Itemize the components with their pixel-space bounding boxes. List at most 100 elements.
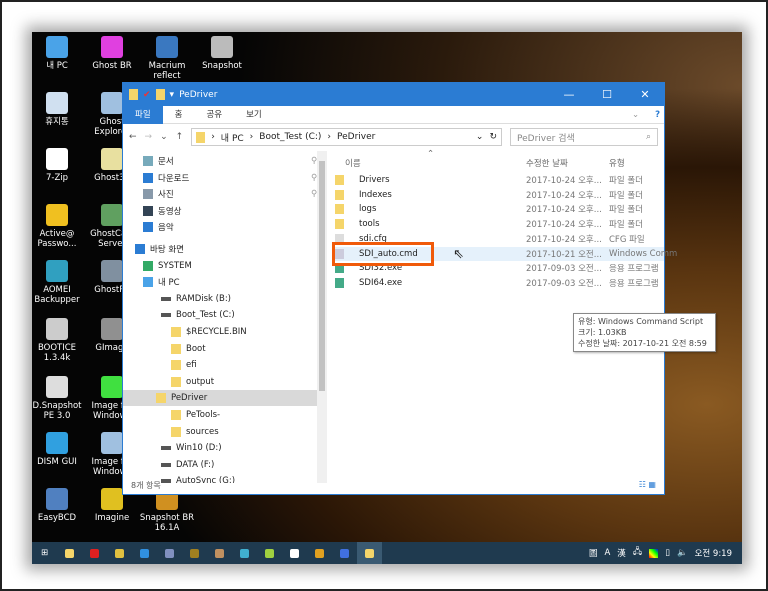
display-icon[interactable] [649,548,659,558]
file-row[interactable]: logs 2017-10-24 오후... 파일 폴더 [335,202,664,216]
title-bar[interactable]: ✔ ▾ PeDriver — ☐ ✕ [123,83,664,106]
nav-item[interactable]: output [171,374,214,390]
taskbar-app[interactable] [282,542,307,564]
desktop-icon[interactable]: Ghost BR [83,36,141,71]
folder-icon [335,175,344,185]
desktop-icon[interactable]: BOOTICE 1.3.4k [32,318,86,363]
help-icon[interactable]: ? [651,106,664,124]
forward-icon[interactable]: → [145,132,153,142]
nav-item[interactable]: 내 PC [143,274,180,290]
nav-item[interactable]: sources [171,424,219,440]
file-row[interactable]: Drivers 2017-10-24 오후... 파일 폴더 [335,173,664,187]
nav-item[interactable]: DATA (F:) [161,457,214,473]
taskbar-app[interactable] [307,542,332,564]
expand-ribbon-icon[interactable]: ⌄ [620,106,651,124]
nav-icon [161,296,171,301]
nav-item[interactable]: PeTools- [171,407,220,423]
desktop-icon-label: DISM GUI [37,457,77,467]
desktop-icon[interactable]: 내 PC [32,36,86,71]
desktop-icon[interactable]: AOMEI Backupper [32,260,86,305]
properties-icon[interactable]: ✔ [143,90,151,100]
taskbar-app[interactable] [182,542,207,564]
tab-file[interactable]: 파일 [123,105,163,124]
taskbar-app[interactable] [332,542,357,564]
nav-item[interactable]: $RECYCLE.BIN [171,324,247,340]
search-input[interactable]: PeDriver 검색 ⌕ [510,128,658,146]
address-bar[interactable]: › 내 PC › Boot_Test (C:) › PeDriver ⌄ ↻ [191,128,502,146]
taskbar-app[interactable] [107,542,132,564]
file-row[interactable]: SDI64.exe 2017-09-03 오전... 응용 프로그램 [335,276,664,290]
desktop-icon[interactable]: 7-Zip [32,148,86,183]
sort-icon: ⌃ [427,149,435,159]
desktop-icon[interactable]: D.Snapshot PE 3.0 [32,376,86,421]
column-name[interactable]: 이름 [345,157,361,169]
minimize-button[interactable]: — [550,88,588,101]
maximize-button[interactable]: ☐ [588,88,626,101]
ime-kanji-icon[interactable]: 漢 [617,547,626,559]
taskbar-app[interactable] [257,542,282,564]
desktop-icon[interactable]: Active@ Passwo... [32,204,86,249]
file-row[interactable]: tools 2017-10-24 오후... 파일 폴더 [335,217,664,231]
back-icon[interactable]: ← [129,132,137,142]
taskbar-app[interactable] [82,542,107,564]
desktop-icon[interactable]: EasyBCD [32,488,86,523]
usb-icon[interactable]: ▯ [665,548,670,558]
tab-share[interactable]: 공유 [194,106,234,124]
taskbar-app[interactable] [157,542,182,564]
nav-item[interactable]: 음악 [143,219,174,235]
highlight-box [332,242,434,266]
taskbar-app[interactable] [357,542,382,564]
nav-item-label: Win10 (D:) [176,443,222,454]
taskbar-app[interactable] [132,542,157,564]
nav-item[interactable]: 사진 ⚲ [143,186,317,202]
network-icon[interactable]: 🖧 [633,546,642,560]
nav-item[interactable]: 문서 ⚲ [143,153,317,169]
nav-scrollbar[interactable] [317,151,327,483]
nav-item[interactable]: SYSTEM [143,258,192,274]
nav-item[interactable]: 동영상 [143,203,181,219]
close-button[interactable]: ✕ [626,88,664,101]
tab-view[interactable]: 보기 [234,106,274,124]
quick-access-dropdown-icon[interactable]: ▾ [170,90,175,100]
taskbar-app[interactable] [57,542,82,564]
file-date: 2017-10-24 오후... [526,234,602,245]
file-row[interactable]: Indexes 2017-10-24 오후... 파일 폴더 [335,188,664,202]
desktop-icon[interactable]: Snapshot [193,36,251,71]
desktop-icon[interactable]: 휴지통 [32,92,86,127]
nav-item[interactable]: Win10 (D:) [161,440,222,456]
up-icon[interactable]: ↑ [176,132,184,142]
nav-item[interactable]: 다운로드 ⚲ [143,170,317,186]
new-folder-icon[interactable] [155,89,165,100]
nav-item-label: RAMDisk (B:) [176,293,231,304]
column-type[interactable]: 유형 [609,157,625,169]
start-button[interactable]: ⊞ [32,542,57,564]
ime-hanja-icon[interactable]: 圖 [589,547,598,559]
view-toggle-icons[interactable]: ☷ ▦ [639,480,656,489]
taskbar-app[interactable] [207,542,232,564]
breadcrumb-folder[interactable]: PeDriver [337,132,375,142]
address-dropdown-icon[interactable]: ⌄ [476,132,484,142]
breadcrumb-drive[interactable]: Boot_Test (C:) [259,132,321,142]
desktop-icon[interactable]: Macrium reflect [138,36,196,81]
volume-icon[interactable]: 🔈 [677,548,688,558]
taskbar-app[interactable] [232,542,257,564]
tab-home[interactable]: 홈 [163,106,195,124]
nav-item[interactable]: RAMDisk (B:) [161,291,231,307]
refresh-icon[interactable]: ↻ [489,132,497,142]
nav-item[interactable]: efi [171,357,197,373]
clock[interactable]: 오전 9:19 [695,547,732,559]
ime-mode-icon[interactable]: A [604,548,610,558]
nav-item[interactable]: Boot [171,341,206,357]
nav-item-label: 동영상 [158,206,182,217]
breadcrumb-this-pc[interactable]: 내 PC [221,131,244,144]
nav-item[interactable]: 바탕 화면 [135,241,184,257]
search-icon: ⌕ [645,132,651,142]
nav-item[interactable]: PeDriver [123,390,317,407]
nav-item[interactable]: Boot_Test (C:) [161,307,235,323]
app-icon [340,548,349,558]
desktop-icon[interactable]: DISM GUI [32,432,86,467]
desktop-icon-label: BOOTICE 1.3.4k [37,343,77,363]
system-tray: 圖 A 漢 🖧 ▯ 🔈 오전 9:19 [589,546,742,560]
recent-dropdown-icon[interactable]: ⌄ [160,132,168,142]
column-date[interactable]: 수정한 날짜 [526,157,568,169]
